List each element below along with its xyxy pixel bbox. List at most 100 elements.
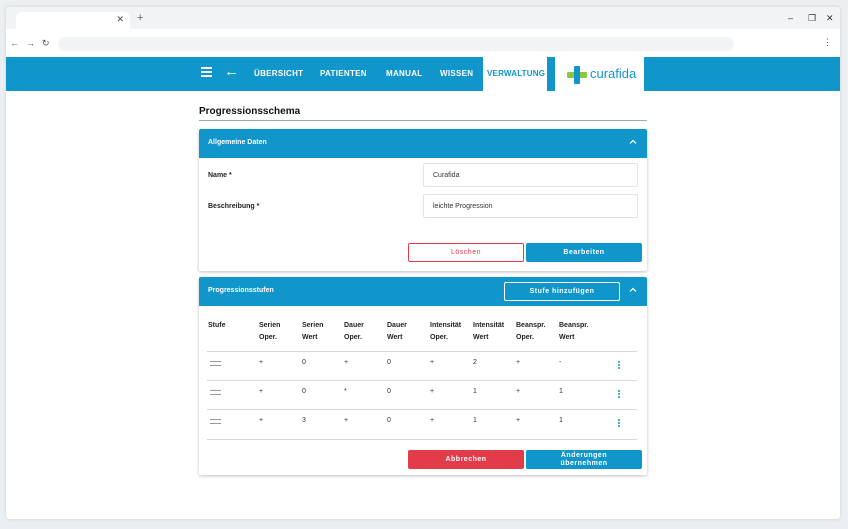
column-header-intensitaet-wert: Intensität Wert [473, 320, 504, 344]
cell-dauer-wert: 0 [387, 388, 391, 395]
cell-beanspr-wert: 1 [559, 417, 563, 424]
minimize-icon[interactable]: – [788, 13, 793, 23]
drag-handle-icon[interactable] [210, 419, 221, 427]
header-line-1: Intensität [430, 322, 462, 329]
nav-uebersicht[interactable]: ÜBERSICHT [254, 69, 303, 78]
cell-dauer-oper: + [344, 417, 349, 424]
back-icon[interactable]: ← [10, 38, 19, 48]
column-header-dauer-wert: Dauer Wert [387, 320, 407, 344]
progression-levels-card: Progressionsstufen Stufe hinzufügen Stuf… [199, 277, 647, 475]
add-level-button[interactable]: Stufe hinzufügen [504, 282, 620, 301]
column-header-intensitaet-oper: Intensität Oper. [430, 320, 461, 344]
cell-serien-oper: + [259, 388, 264, 395]
header-line-1: Serien [302, 322, 324, 329]
general-data-card: Allgemeine Daten Name * Curafida Beschre… [199, 129, 647, 271]
header-line-1: Serien [259, 322, 281, 329]
browser-tab[interactable]: ✕ [16, 12, 130, 29]
cell-dauer-wert: 0 [387, 417, 391, 424]
plus-icon[interactable]: + [137, 12, 143, 24]
more-vert-icon[interactable] [618, 390, 621, 399]
cell-dauer-oper: + [344, 359, 349, 366]
header-line-2: Wert [473, 334, 489, 341]
cell-intensitaet-oper: + [430, 388, 435, 395]
cancel-button[interactable]: Abbrechen [408, 450, 524, 469]
column-header-beanspr-oper: Beanspr. Oper. [516, 320, 546, 344]
description-label: Beschreibung * [208, 203, 260, 210]
progression-levels-header[interactable]: Progressionsstufen Stufe hinzufügen [199, 277, 647, 306]
app-navbar: ← ÜBERSICHT PATIENTEN MANUAL WISSEN VERW… [6, 57, 840, 91]
more-vert-icon[interactable] [618, 419, 621, 428]
browser-addressbar: ← → ↻ ⋮ [6, 29, 840, 57]
url-input[interactable] [58, 37, 734, 51]
nav-verwaltung[interactable]: VERWALTUNG [483, 57, 547, 91]
nav-wissen[interactable]: WISSEN [440, 69, 473, 78]
nav-patienten[interactable]: PATIENTEN [320, 69, 367, 78]
cell-serien-wert: 3 [302, 417, 306, 424]
header-line-1: Stufe [208, 322, 226, 329]
apply-changes-button[interactable]: Änderungen übernehmen [526, 450, 642, 469]
cell-serien-oper: + [259, 359, 264, 366]
name-label: Name * [208, 172, 232, 179]
cell-serien-wert: 0 [302, 388, 306, 395]
name-field[interactable]: Curafida [423, 163, 638, 187]
header-line-1: Beanspr. [559, 322, 589, 329]
restore-icon[interactable]: ❐ [808, 13, 816, 24]
menu-icon[interactable] [201, 67, 212, 77]
general-data-title: Allgemeine Daten [208, 139, 267, 146]
apply-label-line-2: übernehmen [560, 460, 608, 467]
logo-cross-icon [567, 66, 587, 84]
header-line-1: Intensität [473, 322, 505, 329]
edit-button[interactable]: Bearbeiten [526, 243, 642, 262]
browser-tabbar: ✕ + – ❐ ✕ [6, 7, 840, 29]
column-header-beanspr-wert: Beanspr. Wert [559, 320, 589, 344]
nav-verwaltung-label: VERWALTUNG [487, 69, 546, 78]
header-line-1: Dauer [344, 322, 364, 329]
page-title: Progressionsschema [199, 106, 301, 117]
cell-intensitaet-oper: + [430, 417, 435, 424]
cell-dauer-oper: * [344, 388, 347, 395]
table-row[interactable]: + 0 * 0 + 1 + 1 [207, 380, 637, 409]
column-header-serien-oper: Serien Oper. [259, 320, 280, 344]
logo-text: curafida [590, 66, 637, 81]
cell-beanspr-oper: + [516, 388, 521, 395]
cell-beanspr-wert: 1 [559, 388, 563, 395]
browser-window: ✕ + – ❐ ✕ ← → ↻ ⋮ ← ÜBERSICHT PATIENTEN … [6, 7, 840, 519]
table-row[interactable]: + 0 + 0 + 2 + - [207, 351, 637, 380]
header-line-2: Wert [387, 334, 403, 341]
cell-intensitaet-wert: 1 [473, 388, 477, 395]
cell-beanspr-oper: + [516, 359, 521, 366]
progression-levels-title: Progressionsstufen [208, 287, 274, 294]
arrow-left-icon[interactable]: ← [224, 63, 239, 80]
description-field[interactable]: leichte Progression [423, 194, 638, 218]
chevron-up-icon[interactable] [629, 286, 637, 294]
table-row[interactable]: + 3 + 0 + 1 + 1 [207, 409, 637, 438]
apply-label-line-1: Änderungen [560, 452, 608, 459]
close-icon[interactable]: ✕ [116, 14, 124, 25]
cell-beanspr-oper: + [516, 417, 521, 424]
delete-button[interactable]: Löschen [408, 243, 524, 262]
header-line-2: Wert [559, 334, 575, 341]
title-divider [199, 120, 647, 121]
table-divider [207, 439, 637, 440]
column-header-serien-wert: Serien Wert [302, 320, 323, 344]
header-line-2: Wert [302, 334, 318, 341]
nav-manual[interactable]: MANUAL [386, 69, 422, 78]
drag-handle-icon[interactable] [210, 390, 221, 398]
drag-handle-icon[interactable] [210, 361, 221, 369]
close-window-icon[interactable]: ✕ [826, 13, 834, 24]
cell-serien-oper: + [259, 417, 264, 424]
reload-icon[interactable]: ↻ [42, 38, 50, 49]
forward-icon[interactable]: → [26, 38, 35, 48]
more-vert-icon[interactable] [618, 361, 621, 370]
header-line-2: Oper. [516, 334, 534, 341]
header-line-2: Oper. [430, 334, 448, 341]
general-data-header[interactable]: Allgemeine Daten [199, 129, 647, 158]
column-header-stufe: Stufe [208, 320, 226, 332]
logo[interactable]: curafida [555, 57, 644, 91]
chevron-up-icon[interactable] [629, 138, 637, 146]
header-line-1: Dauer [387, 322, 407, 329]
more-vert-icon[interactable]: ⋮ [823, 37, 832, 48]
header-line-1: Beanspr. [516, 322, 546, 329]
header-line-2: Oper. [259, 334, 277, 341]
cell-serien-wert: 0 [302, 359, 306, 366]
